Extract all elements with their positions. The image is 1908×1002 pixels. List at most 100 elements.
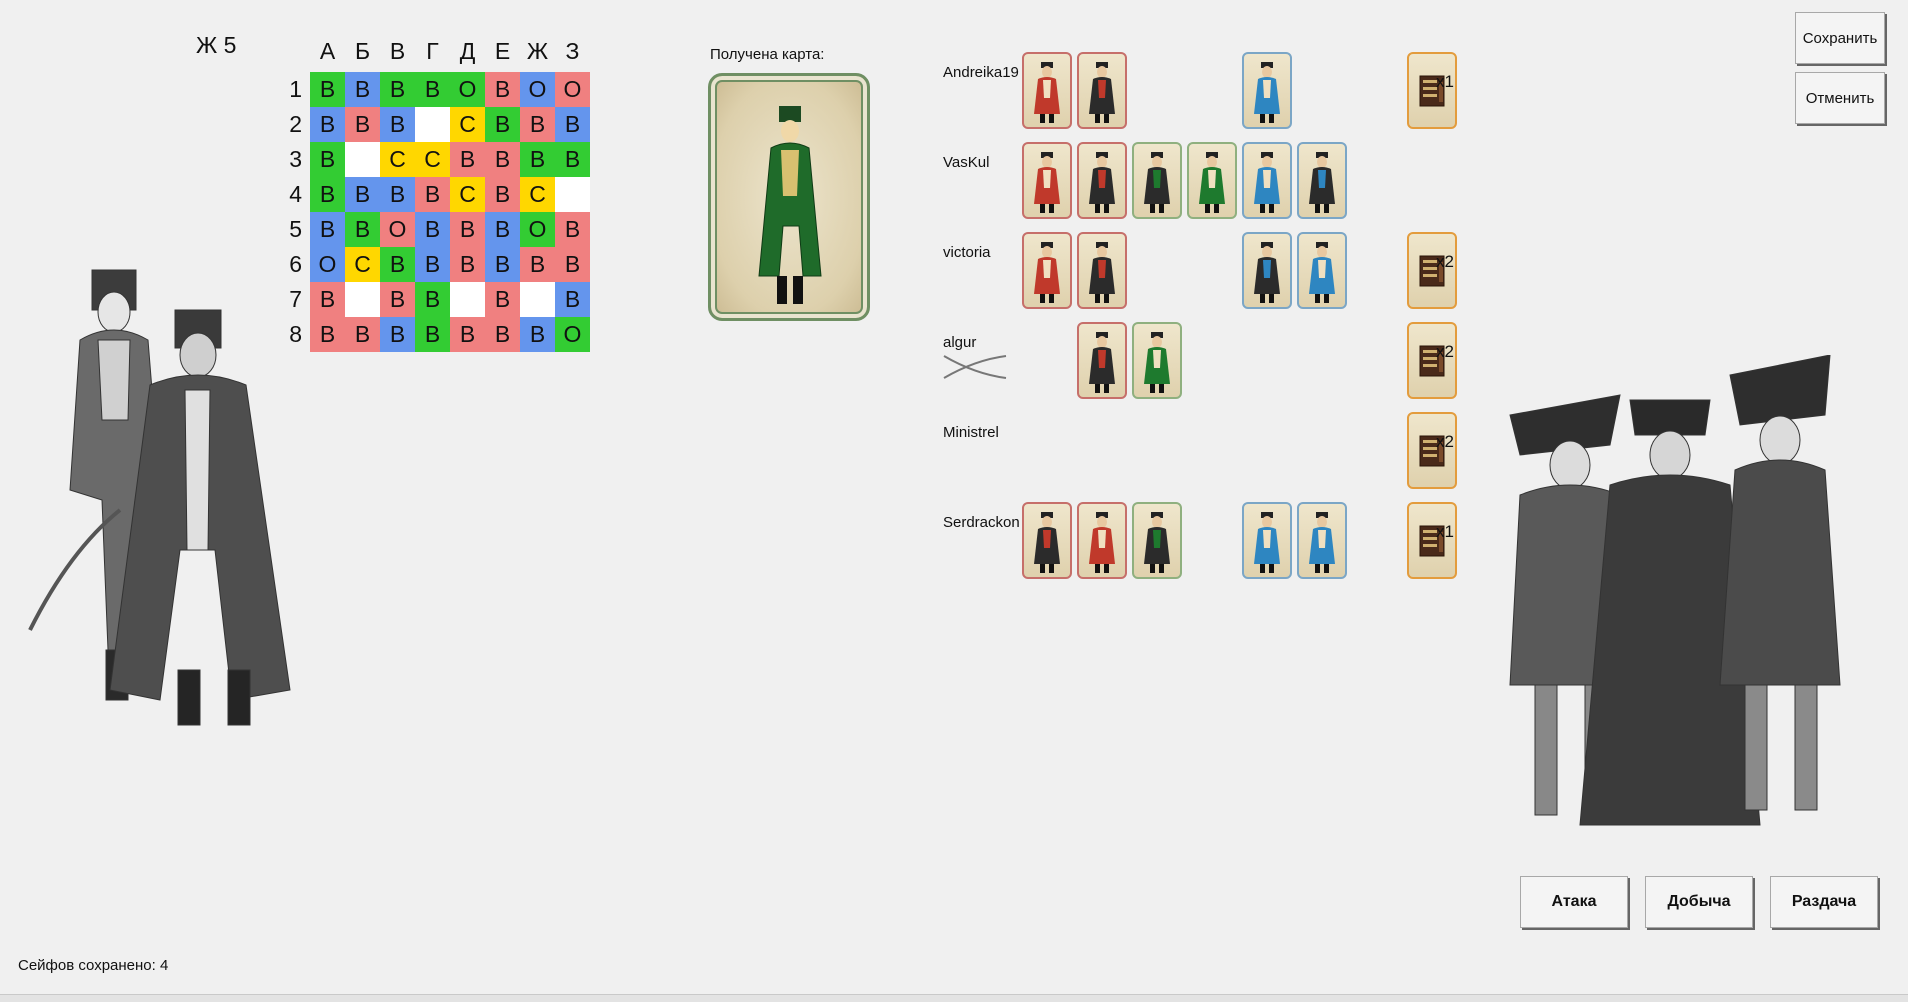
grid-column-header: Б	[354, 38, 371, 64]
grid-cell[interactable]: В	[485, 317, 520, 352]
grid-cell[interactable]: В	[485, 107, 520, 142]
blue-man-card[interactable]	[1242, 232, 1292, 309]
grid-cell[interactable]: В	[345, 212, 380, 247]
grid-cell[interactable]: В	[415, 317, 450, 352]
grid-cell[interactable]: В	[555, 142, 590, 177]
grid-cell[interactable]: В	[380, 177, 415, 212]
grid-cell[interactable]: В	[345, 317, 380, 352]
grid-cell[interactable]: О	[520, 72, 555, 107]
green-woman-card[interactable]	[1187, 142, 1237, 219]
grid-cell[interactable]: В	[520, 247, 555, 282]
grid-cell[interactable]: В	[310, 142, 345, 177]
grid-cell[interactable]: О	[555, 317, 590, 352]
blue-woman-card[interactable]	[1242, 142, 1292, 219]
grid-cell[interactable]: В	[415, 212, 450, 247]
grid-cell[interactable]: В	[415, 247, 450, 282]
grid-cell[interactable]: В	[520, 142, 555, 177]
blue-woman-card[interactable]	[1242, 502, 1292, 579]
grid-cell[interactable]: В	[485, 72, 520, 107]
grid-cell[interactable]: В	[380, 247, 415, 282]
grid-cell[interactable]: В	[485, 142, 520, 177]
grid-cell[interactable]: С	[520, 177, 555, 212]
grid-cell[interactable]: В	[310, 72, 345, 107]
green-man-card[interactable]	[1132, 142, 1182, 219]
blue-woman-card[interactable]	[1242, 52, 1292, 129]
grid-cell[interactable]: С	[415, 142, 450, 177]
grid-cell[interactable]: О	[555, 72, 590, 107]
grid-row-header: 1	[289, 76, 302, 102]
red-man-card[interactable]	[1077, 322, 1127, 399]
grid-cell[interactable]: В	[380, 317, 415, 352]
grid-cell[interactable]: В	[485, 247, 520, 282]
grid-cell[interactable]: В	[345, 107, 380, 142]
grid-cell[interactable]: В	[345, 177, 380, 212]
grid-cell[interactable]	[555, 177, 590, 212]
grid-cell[interactable]: В	[520, 317, 555, 352]
grid-cell[interactable]: В	[485, 212, 520, 247]
grid-cell[interactable]	[520, 282, 555, 317]
grid-cell[interactable]: В	[485, 282, 520, 317]
grid-cell[interactable]: В	[310, 282, 345, 317]
crossed-swords-icon	[942, 352, 1008, 387]
grid-cell[interactable]: В	[555, 282, 590, 317]
save-button[interactable]: Сохранить	[1795, 12, 1885, 64]
grid-cell[interactable]: В	[380, 282, 415, 317]
red-woman-card[interactable]	[1022, 142, 1072, 219]
deal-button[interactable]: Раздача	[1770, 876, 1878, 928]
grid-cell[interactable]: В	[450, 142, 485, 177]
grid-cell[interactable]	[450, 282, 485, 317]
grid-cell[interactable]: В	[520, 107, 555, 142]
cancel-button[interactable]: Отменить	[1795, 72, 1885, 124]
player-name: VasKul	[943, 154, 990, 171]
blue-woman-card[interactable]	[1297, 232, 1347, 309]
grid-cell[interactable]: О	[380, 212, 415, 247]
red-woman-card[interactable]	[1077, 502, 1127, 579]
blue-woman-card[interactable]	[1297, 502, 1347, 579]
grid-cell[interactable]	[345, 142, 380, 177]
grid-cell[interactable]: В	[310, 177, 345, 212]
grid-row-header: 8	[289, 321, 302, 347]
red-woman-card[interactable]	[1022, 52, 1072, 129]
grid-cell[interactable]: В	[415, 282, 450, 317]
selected-coordinate: Ж 5	[196, 32, 237, 58]
grid-cell[interactable]: В	[380, 72, 415, 107]
grid-cell[interactable]: О	[520, 212, 555, 247]
grid-cell[interactable]: В	[310, 212, 345, 247]
grid-cell[interactable]: В	[345, 72, 380, 107]
grid-cell[interactable]: С	[380, 142, 415, 177]
grid-row-header: 4	[289, 181, 302, 207]
grid-cell[interactable]: О	[310, 247, 345, 282]
grid-cell[interactable]: В	[380, 107, 415, 142]
grid-cell[interactable]: С	[450, 107, 485, 142]
grid-cell[interactable]	[345, 282, 380, 317]
red-man-card[interactable]	[1077, 142, 1127, 219]
grid-row-header: 2	[289, 111, 302, 137]
grid-cell[interactable]: В	[450, 317, 485, 352]
grid-cell[interactable]: В	[415, 72, 450, 107]
green-man-card[interactable]	[1132, 502, 1182, 579]
received-card	[708, 73, 870, 321]
grid-cell[interactable]: В	[555, 247, 590, 282]
grid-cell[interactable]	[415, 107, 450, 142]
red-man-card[interactable]	[1077, 232, 1127, 309]
grid-cell[interactable]: В	[450, 212, 485, 247]
red-man-card[interactable]	[1077, 52, 1127, 129]
grid-cell[interactable]: В	[310, 317, 345, 352]
grid-column-header: Д	[459, 38, 476, 64]
grid-cell[interactable]: В	[450, 247, 485, 282]
grid-cell[interactable]: В	[555, 107, 590, 142]
green-woman-card[interactable]	[1132, 322, 1182, 399]
grid-cell[interactable]: С	[450, 177, 485, 212]
attack-button[interactable]: Атака	[1520, 876, 1628, 928]
grid-cell[interactable]: О	[450, 72, 485, 107]
grid-cell[interactable]: С	[345, 247, 380, 282]
pirates-illustration	[1509, 355, 1841, 826]
red-man-card[interactable]	[1022, 502, 1072, 579]
blue-man-card[interactable]	[1297, 142, 1347, 219]
loot-button[interactable]: Добыча	[1645, 876, 1753, 928]
grid-cell[interactable]: В	[555, 212, 590, 247]
red-woman-card[interactable]	[1022, 232, 1072, 309]
grid-cell[interactable]: В	[415, 177, 450, 212]
grid-cell[interactable]: В	[310, 107, 345, 142]
grid-cell[interactable]: В	[485, 177, 520, 212]
